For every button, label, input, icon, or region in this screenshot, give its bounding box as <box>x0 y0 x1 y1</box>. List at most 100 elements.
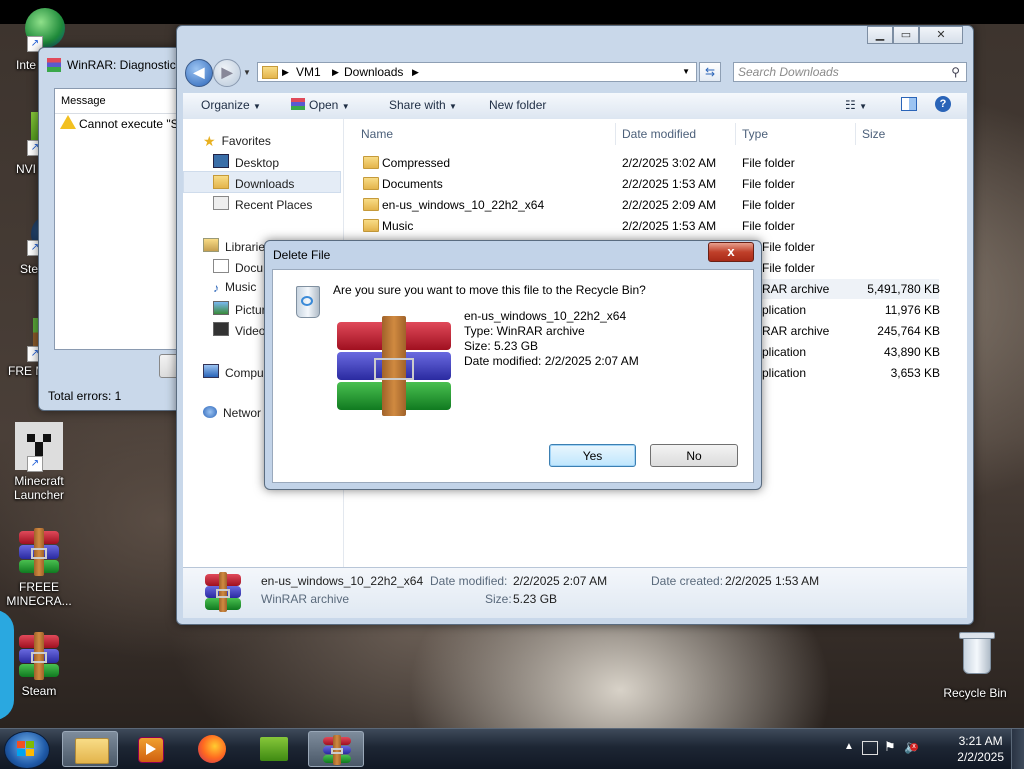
column-header-size[interactable]: Size <box>862 127 885 141</box>
file-row[interactable]: Compressed 2/2/2025 3:02 AM File folder <box>357 153 957 173</box>
clock-time: 3:21 AM <box>958 734 1003 748</box>
column-header-type[interactable]: Type <box>742 127 768 141</box>
diagnostic-message-list[interactable]: Message Cannot execute "SE <box>54 88 196 350</box>
help-icon[interactable]: ? <box>935 96 951 112</box>
organize-button[interactable]: Organize ▼ <box>201 98 261 112</box>
address-bar[interactable]: ▶ VM1 ▶ Downloads ▶ ▼ <box>257 62 697 82</box>
address-row: ◀ ▶ ▼ ▶ VM1 ▶ Downloads ▶ ▼ ⇆ Search Dow… <box>185 56 967 88</box>
search-icon[interactable]: ⚲ <box>951 63 960 81</box>
action-center-flag-icon[interactable]: ⚑ <box>884 739 896 755</box>
column-header-name[interactable]: Name <box>361 127 393 141</box>
details-pane: en-us_windows_10_22h2_x64 WinRAR archive… <box>183 567 967 618</box>
start-button[interactable] <box>4 731 50 769</box>
desktop-icon-freee-minecraft[interactable]: FREEE MINECRA... <box>2 528 76 608</box>
star-icon: ★ <box>203 133 216 149</box>
clock[interactable]: 3:21 AM 2/2/2025 <box>957 733 1004 765</box>
nav-desktop[interactable]: Desktop <box>213 154 279 170</box>
winrar-diagnostic-window[interactable]: WinRAR: Diagnostic Message Cannot execut… <box>38 47 201 411</box>
nav-documents[interactable]: Docu <box>213 259 263 275</box>
back-button[interactable]: ◀ <box>185 59 213 87</box>
desktop-icon-label: FREEE MINECRA... <box>6 580 72 608</box>
system-tray: ▲ ⚑ 🔈x 3:21 AM 2/2/2025 <box>824 729 1024 769</box>
details-date-created: 2/2/2025 1:53 AM <box>725 574 820 588</box>
no-button[interactable]: No <box>650 444 738 467</box>
details-date-modified-label: Date modified: <box>430 574 508 588</box>
column-divider[interactable] <box>735 123 736 145</box>
maximize-button[interactable]: ▭ <box>893 26 919 44</box>
nav-network[interactable]: Networ <box>203 406 261 420</box>
winrar-archive-large-icon <box>333 316 455 416</box>
clock-date: 2/2/2025 <box>957 750 1004 764</box>
dialog-question: Are you sure you want to move this file … <box>333 283 646 297</box>
search-input[interactable]: Search Downloads ⚲ <box>733 62 967 82</box>
taskbar-explorer[interactable] <box>62 731 118 767</box>
history-dropdown-icon[interactable]: ▼ <box>243 68 251 77</box>
desktop-icon-minecraft-launcher[interactable]: ↗ Minecraft Launcher <box>2 422 76 502</box>
desktop-icon <box>213 154 229 168</box>
breadcrumb-separator-icon[interactable]: ▶ <box>412 63 419 81</box>
winrar-icon <box>319 735 355 765</box>
file-row[interactable]: Documents 2/2/2025 1:53 AM File folder <box>357 174 957 194</box>
taskbar-media-player[interactable] <box>122 731 178 767</box>
yes-button[interactable]: Yes <box>549 444 636 467</box>
libraries-icon <box>203 238 219 252</box>
taskbar-firefox[interactable] <box>184 731 240 767</box>
total-errors-label: Total errors: 1 <box>48 389 122 403</box>
address-dropdown-icon[interactable]: ▼ <box>682 63 690 81</box>
nav-libraries[interactable]: Librarie <box>203 238 265 254</box>
steam-partial-icon <box>0 610 14 720</box>
nav-pictures[interactable]: Pictur <box>213 301 266 317</box>
volume-muted-icon[interactable]: 🔈x <box>904 739 920 755</box>
forward-button[interactable]: ▶ <box>213 59 241 87</box>
network-icon <box>203 406 217 418</box>
show-desktop-button[interactable] <box>1011 729 1024 769</box>
delete-file-dialog[interactable]: Delete File x Are you sure you want to m… <box>264 240 762 490</box>
column-divider[interactable] <box>855 123 856 145</box>
diagnostic-message[interactable]: Cannot execute "SE <box>79 117 187 131</box>
winrar-archive-icon <box>201 572 245 612</box>
column-divider[interactable] <box>615 123 616 145</box>
desktop-icon-recycle-bin[interactable]: Recycle Bin <box>938 630 1012 700</box>
breadcrumb-separator-icon[interactable]: ▶ <box>282 63 289 81</box>
desktop-icon-label: Recycle Bin <box>943 686 1007 700</box>
close-button[interactable]: ✕ <box>919 26 963 44</box>
pictures-icon <box>213 301 229 315</box>
nav-downloads[interactable]: Downloads <box>213 175 294 191</box>
play-icon <box>146 743 156 755</box>
winrar-icon <box>15 528 63 576</box>
taskbar-nvidia[interactable] <box>246 731 302 767</box>
downloads-folder-icon <box>213 175 229 189</box>
command-bar: Organize ▼ Open ▼ Share with ▼ New folde… <box>183 93 967 120</box>
minimize-button[interactable]: ▁ <box>867 26 893 44</box>
nav-videos[interactable]: Video <box>213 322 265 338</box>
dialog-close-button[interactable]: x <box>708 242 754 262</box>
nav-recent-places[interactable]: Recent Places <box>213 196 312 212</box>
breadcrumb-downloads[interactable]: Downloads <box>344 63 403 81</box>
file-row[interactable]: en-us_windows_10_22h2_x64 2/2/2025 2:09 … <box>357 195 957 215</box>
details-date-created-label: Date created: <box>651 574 724 588</box>
folder-icon <box>363 177 379 190</box>
recycle-bin-icon <box>951 630 999 678</box>
refresh-button[interactable]: ⇆ <box>699 62 721 82</box>
chevron-down-icon: ▼ <box>449 102 457 111</box>
nav-computer[interactable]: Compu <box>203 364 264 380</box>
column-header-date-modified[interactable]: Date modified <box>622 127 696 141</box>
new-folder-button[interactable]: New folder <box>489 98 546 112</box>
show-hidden-icons-button[interactable]: ▲ <box>844 741 854 752</box>
nav-favorites[interactable]: ★ Favorites <box>203 133 271 149</box>
breadcrumb-separator-icon[interactable]: ▶ <box>332 63 339 81</box>
file-row[interactable]: Music 2/2/2025 1:53 AM File folder <box>357 216 957 236</box>
view-options-icon[interactable]: ☷ ▼ <box>845 98 867 112</box>
preview-pane-icon[interactable] <box>901 97 917 111</box>
videos-icon <box>213 322 229 336</box>
warning-icon <box>60 115 76 129</box>
nav-music[interactable]: ♪ Music <box>213 280 256 295</box>
taskbar-winrar[interactable] <box>308 731 364 767</box>
share-with-button[interactable]: Share with ▼ <box>389 98 457 112</box>
music-icon: ♪ <box>213 281 219 295</box>
winrar-title-icon <box>47 58 61 72</box>
open-button[interactable]: Open ▼ <box>291 98 350 112</box>
network-tray-icon[interactable] <box>862 741 878 755</box>
message-column-header[interactable]: Message <box>61 95 106 107</box>
breadcrumb-vm1[interactable]: VM1 <box>296 63 321 81</box>
